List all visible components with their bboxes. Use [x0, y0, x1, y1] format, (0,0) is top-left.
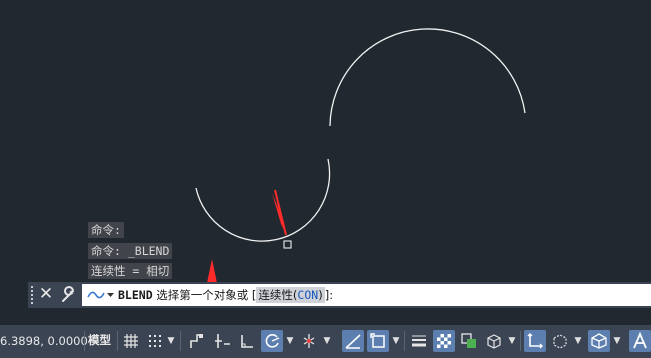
option-continuity[interactable]: 连续性(CON)	[256, 287, 325, 303]
gizmo-toggle[interactable]	[588, 330, 610, 352]
lower-arc[interactable]	[195, 158, 331, 242]
selection-cycling-icon	[461, 333, 476, 348]
object-snap-icon	[370, 333, 385, 348]
history-line: 连续性 = 相切	[88, 263, 173, 279]
coordinates-readout[interactable]: 6.3898, 0.0000	[0, 334, 88, 348]
annotation-scale-icon	[633, 332, 647, 349]
object-snap-toggle[interactable]	[367, 330, 389, 352]
dynamic-input-toggle[interactable]	[211, 330, 233, 352]
chevron-down-icon[interactable]: ▼	[285, 333, 295, 349]
divider	[180, 331, 181, 351]
chevron-down-icon[interactable]: ▼	[391, 333, 401, 349]
selection-filter-icon	[553, 334, 567, 349]
infer-constraints-toggle[interactable]	[186, 330, 208, 352]
wrench-icon[interactable]	[60, 286, 78, 304]
lineweight-toggle[interactable]	[408, 330, 430, 352]
chevron-down-icon[interactable]: ▼	[612, 333, 622, 349]
ucs-icon	[527, 333, 543, 349]
divider	[117, 331, 118, 351]
ortho-toggle[interactable]	[236, 330, 258, 352]
polar-tracking-toggle[interactable]	[261, 330, 283, 352]
isodraft-toggle[interactable]	[298, 330, 320, 352]
command-line-bar: ✕ BLEND 选择第一个对象或 [连续性(CON)]:	[28, 282, 651, 308]
isodraft-icon	[303, 334, 315, 348]
object-snap-tracking-toggle[interactable]	[342, 330, 364, 352]
option-keyword: CON	[297, 288, 319, 302]
annotation-visibility-toggle[interactable]	[629, 330, 651, 352]
drag-grip-icon[interactable]	[31, 286, 36, 304]
divider	[84, 331, 85, 351]
dynamic-input-icon	[215, 334, 230, 348]
3d-object-snap-toggle[interactable]	[483, 330, 505, 352]
chevron-down-icon[interactable]: ▼	[573, 333, 583, 349]
option-suffix: )	[318, 288, 323, 302]
polar-tracking-icon	[265, 334, 280, 348]
dynamic-ucs-toggle[interactable]	[524, 330, 546, 352]
pick-cursor	[283, 240, 292, 249]
ortho-icon	[241, 335, 253, 348]
history-line: 命令: _BLEND	[88, 243, 173, 259]
transparency-toggle[interactable]	[433, 330, 455, 352]
grid-icon	[124, 334, 138, 348]
transparency-icon	[437, 334, 451, 348]
red-arrow-icon	[272, 189, 287, 236]
upper-arc[interactable]	[329, 28, 526, 127]
chevron-down-icon[interactable]: ▼	[166, 333, 176, 349]
infer-constraints-icon	[190, 334, 203, 348]
selection-cycling-toggle[interactable]	[458, 330, 480, 352]
close-icon[interactable]: ✕	[38, 284, 54, 304]
divider	[520, 331, 521, 351]
command-prompt: BLEND 选择第一个对象或 [连续性(CON)]:	[118, 284, 333, 306]
3d-cube-icon	[487, 334, 501, 349]
prompt-text: 选择第一个对象或 [	[152, 288, 257, 302]
grid-toggle[interactable]	[120, 330, 142, 352]
gizmo-icon	[591, 333, 607, 349]
chevron-down-icon[interactable]: ▼	[322, 333, 332, 349]
model-space-button[interactable]: 模型	[88, 332, 111, 348]
snap-icon	[149, 335, 161, 347]
lineweight-icon	[412, 335, 426, 347]
command-name: BLEND	[118, 288, 153, 302]
blend-command-icon[interactable]	[86, 287, 116, 303]
divider	[404, 331, 405, 351]
status-bar: 6.3898, 0.0000 模型 ▼ ▼ ▼ ▼ ▼ ▼ ▼	[0, 325, 651, 358]
snap-toggle[interactable]	[144, 330, 166, 352]
object-snap-tracking-icon	[345, 334, 361, 349]
history-line: 命令:	[88, 222, 124, 238]
option-label: 连续性(	[258, 288, 298, 302]
selection-filter-toggle[interactable]	[549, 330, 571, 352]
chevron-down-icon[interactable]: ▼	[507, 333, 517, 349]
command-input[interactable]: BLEND 选择第一个对象或 [连续性(CON)]:	[82, 284, 651, 306]
prompt-end: ]:	[324, 288, 334, 302]
